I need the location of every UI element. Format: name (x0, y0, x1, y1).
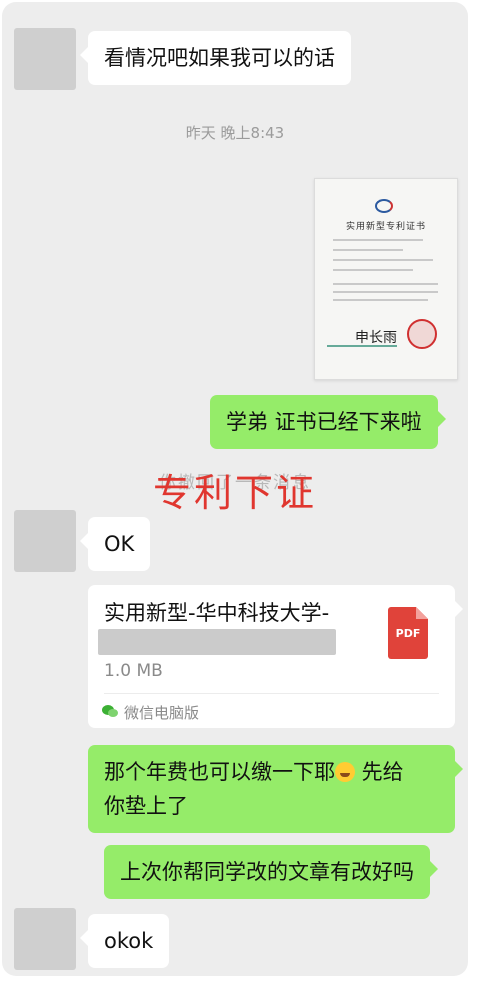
official-seal-icon (407, 319, 437, 349)
outgoing-message[interactable]: 上次你帮同学改的文章有改好吗 (104, 845, 438, 899)
redacted-filename (98, 629, 336, 655)
file-size: 1.0 MB (104, 661, 163, 681)
divider (104, 693, 439, 694)
outgoing-message[interactable]: 学弟 证书已经下来啦 (210, 395, 446, 449)
certificate-text-line (333, 299, 428, 301)
message-text: 上次你帮同学改的文章有改好吗 (120, 860, 414, 884)
message-timestamp: 昨天 晚上8:43 (185, 124, 285, 142)
certificate-text-line (333, 269, 413, 271)
wechat-icon (102, 705, 118, 717)
contact-avatar[interactable] (14, 908, 76, 970)
certificate-image[interactable]: 实用新型专利证书 申长雨 (314, 178, 458, 380)
laughing-crying-emoji-icon (335, 762, 355, 782)
message-text: 学弟 证书已经下来啦 (226, 410, 422, 434)
message-text: 那个年费也可以缴一下耶 (104, 760, 335, 784)
certificate-text-line (333, 239, 423, 241)
contact-avatar[interactable] (14, 28, 76, 90)
file-message[interactable]: 实用新型-华中科技大学- 1.0 MB PDF 微信电脑版 (88, 585, 463, 728)
message-text: 先给 (355, 760, 404, 784)
certificate-text-line (333, 283, 438, 285)
message-text: 你垫上了 (104, 794, 188, 818)
chat-screen: 看情况吧如果我可以的话 昨天 晚上8:43 实用新型专利证书 申长雨 学弟 证书… (2, 2, 468, 976)
pdf-label: PDF (395, 627, 421, 640)
file-source: 微信电脑版 (124, 704, 200, 722)
message-text: okok (104, 929, 154, 953)
message-text: 看情况吧如果我可以的话 (104, 46, 335, 70)
signature-mark: 申长雨 (355, 330, 397, 346)
message-text: OK (104, 532, 135, 556)
overlay-caption: 专利下证 (152, 471, 317, 515)
certificate-title: 实用新型专利证书 (345, 222, 426, 232)
certificate-text-line (333, 291, 438, 293)
incoming-message[interactable]: 看情况吧如果我可以的话 (80, 31, 351, 85)
outgoing-message[interactable]: 那个年费也可以缴一下耶 先给 你垫上了 (88, 745, 463, 833)
contact-avatar[interactable] (14, 510, 76, 572)
patent-logo-icon (375, 199, 393, 213)
certificate-bar (327, 345, 397, 347)
incoming-message[interactable]: okok (79, 914, 170, 968)
pdf-file-icon: PDF (388, 607, 428, 659)
certificate-text-line (333, 259, 433, 261)
certificate-text-line (333, 249, 403, 251)
file-name: 实用新型-华中科技大学- (104, 601, 330, 625)
incoming-message[interactable]: OK (79, 517, 151, 571)
